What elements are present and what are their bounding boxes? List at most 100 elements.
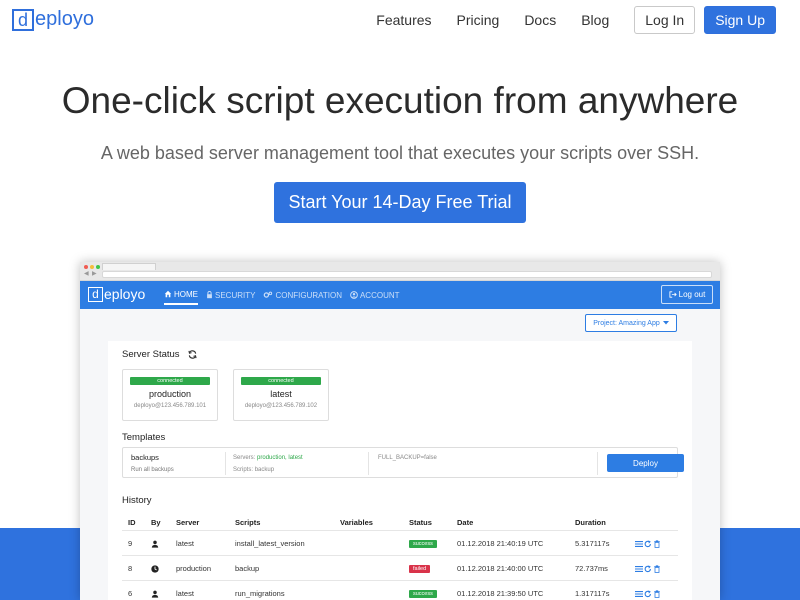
browser-tab	[102, 263, 156, 270]
app-screenshot-mockup: ◀ ▶ d eployo HOME SECURITY CONFIGURATION	[80, 262, 720, 600]
col-id: ID	[128, 517, 136, 527]
redo-icon	[644, 589, 651, 597]
home-icon	[164, 290, 172, 298]
col-status: Status	[409, 517, 432, 527]
template-scripts-label: Scripts:	[233, 467, 254, 473]
col-server: Server	[176, 517, 200, 527]
row-status: success	[409, 531, 437, 556]
app-logo-letter: d	[88, 286, 103, 302]
col-date: Date	[457, 517, 474, 527]
caret-down-icon	[662, 321, 669, 325]
app-navbar: d eployo HOME SECURITY CONFIGURATION ACC…	[80, 281, 720, 309]
nav-link-pricing[interactable]: Pricing	[457, 12, 500, 28]
project-dropdown: Project: Amazing App	[585, 314, 677, 332]
redo-icon	[644, 539, 651, 547]
row-duration: 72.737ms	[575, 564, 608, 573]
app-body: Project: Amazing App Server Status conne…	[80, 309, 720, 600]
row-server: latest	[176, 539, 194, 548]
template-servers: Servers: production, latest	[233, 455, 303, 461]
status-badge: success	[409, 539, 437, 548]
row-server: production	[176, 564, 212, 573]
logo[interactable]: d eployo	[12, 8, 94, 31]
divider	[368, 452, 369, 475]
row-scripts: run_migrations	[235, 589, 285, 598]
col-duration: Duration	[575, 517, 606, 527]
row-status: failed	[409, 556, 431, 581]
nav-link-blog[interactable]: Blog	[581, 12, 609, 28]
history-table-header: ID By Server Scripts Variables Status Da…	[122, 514, 678, 530]
server-name: latest	[270, 389, 292, 399]
row-id: 9	[128, 539, 133, 548]
app-logo-text: eployo	[104, 286, 146, 302]
dashboard-panel: Server Status connected production deplo…	[108, 341, 692, 600]
cogs-icon	[264, 291, 273, 298]
lock-icon	[207, 291, 212, 299]
row-id: 8	[128, 564, 133, 573]
top-nav: d eployo Features Pricing Docs Blog Log …	[0, 0, 800, 42]
row-duration: 1.317117s	[575, 589, 610, 598]
refresh-icon	[187, 350, 197, 359]
close-dot-icon	[84, 265, 88, 269]
server-status-badge: connected	[241, 377, 321, 385]
status-badge: failed	[409, 564, 431, 573]
app-nav: HOME SECURITY CONFIGURATION ACCOUNT	[164, 281, 408, 309]
address-bar	[102, 271, 712, 278]
app-logo: d eployo	[88, 286, 145, 302]
row-actions	[635, 581, 662, 600]
row-date: 01.12.2018 21:40:00 UTC	[457, 564, 544, 573]
row-actions	[635, 531, 662, 556]
list-icon	[635, 540, 643, 547]
row-by	[151, 556, 159, 581]
template-row: backups Run all backups Servers: product…	[122, 447, 684, 478]
project-dropdown-label: Project: Amazing App	[593, 319, 660, 327]
row-date: 01.12.2018 21:40:19 UTC	[457, 539, 544, 548]
col-scripts: Scripts	[235, 517, 261, 527]
logo-text: eployo	[35, 8, 94, 30]
template-description: Run all backups	[131, 467, 174, 473]
template-variables: FULL_BACKUP=false	[378, 455, 437, 461]
app-nav-configuration: CONFIGURATION	[263, 281, 342, 309]
row-date: 01.12.2018 21:39:50 UTC	[457, 589, 544, 598]
minimize-dot-icon	[90, 265, 94, 269]
template-scripts-value: backup	[254, 467, 275, 473]
app-nav-account-label: ACCOUNT	[359, 290, 400, 300]
clock-icon	[151, 564, 159, 573]
user-circle-icon	[350, 291, 358, 299]
forward-arrow-icon: ▶	[92, 271, 97, 277]
app-nav-security: SECURITY	[206, 281, 255, 309]
list-icon	[635, 590, 643, 597]
trash-icon	[654, 539, 660, 548]
server-status-badge: connected	[130, 377, 210, 385]
app-nav-home: HOME	[164, 285, 198, 305]
deploy-button: Deploy	[607, 454, 684, 472]
table-row: 8 production backup failed 01.12.2018 21…	[122, 555, 678, 580]
logout-button: Log out	[661, 285, 713, 304]
row-actions	[635, 556, 662, 581]
row-by	[151, 581, 159, 600]
signup-button[interactable]: Sign Up	[704, 6, 776, 34]
hero-subtitle: A web based server management tool that …	[100, 143, 700, 163]
table-row: 9 latest install_latest_version success …	[122, 530, 678, 555]
col-variables: Variables	[340, 517, 373, 527]
nav-link-docs[interactable]: Docs	[524, 12, 556, 28]
app-nav-home-label: HOME	[174, 289, 198, 299]
server-card-production: connected production deployo@123.456.789…	[122, 369, 218, 421]
login-button[interactable]: Log In	[634, 6, 696, 34]
sign-out-icon	[669, 291, 677, 298]
row-id: 6	[128, 589, 133, 598]
maximize-dot-icon	[96, 265, 100, 269]
templates-title: Templates	[122, 432, 166, 443]
server-status-heading: Server Status	[122, 349, 197, 360]
row-status: success	[409, 581, 437, 600]
trash-icon	[654, 564, 660, 573]
nav-link-features[interactable]: Features	[376, 12, 431, 28]
server-status-title: Server Status	[122, 349, 180, 360]
table-row: 6 latest run_migrations success 01.12.20…	[122, 580, 678, 600]
redo-icon	[644, 564, 651, 572]
user-icon	[151, 590, 159, 598]
free-trial-button[interactable]: Start Your 14-Day Free Trial	[274, 182, 526, 223]
row-scripts: backup	[235, 564, 260, 573]
app-nav-account: ACCOUNT	[350, 281, 400, 309]
app-nav-configuration-label: CONFIGURATION	[275, 290, 342, 300]
server-host: deployo@123.456.789.102	[244, 403, 318, 409]
